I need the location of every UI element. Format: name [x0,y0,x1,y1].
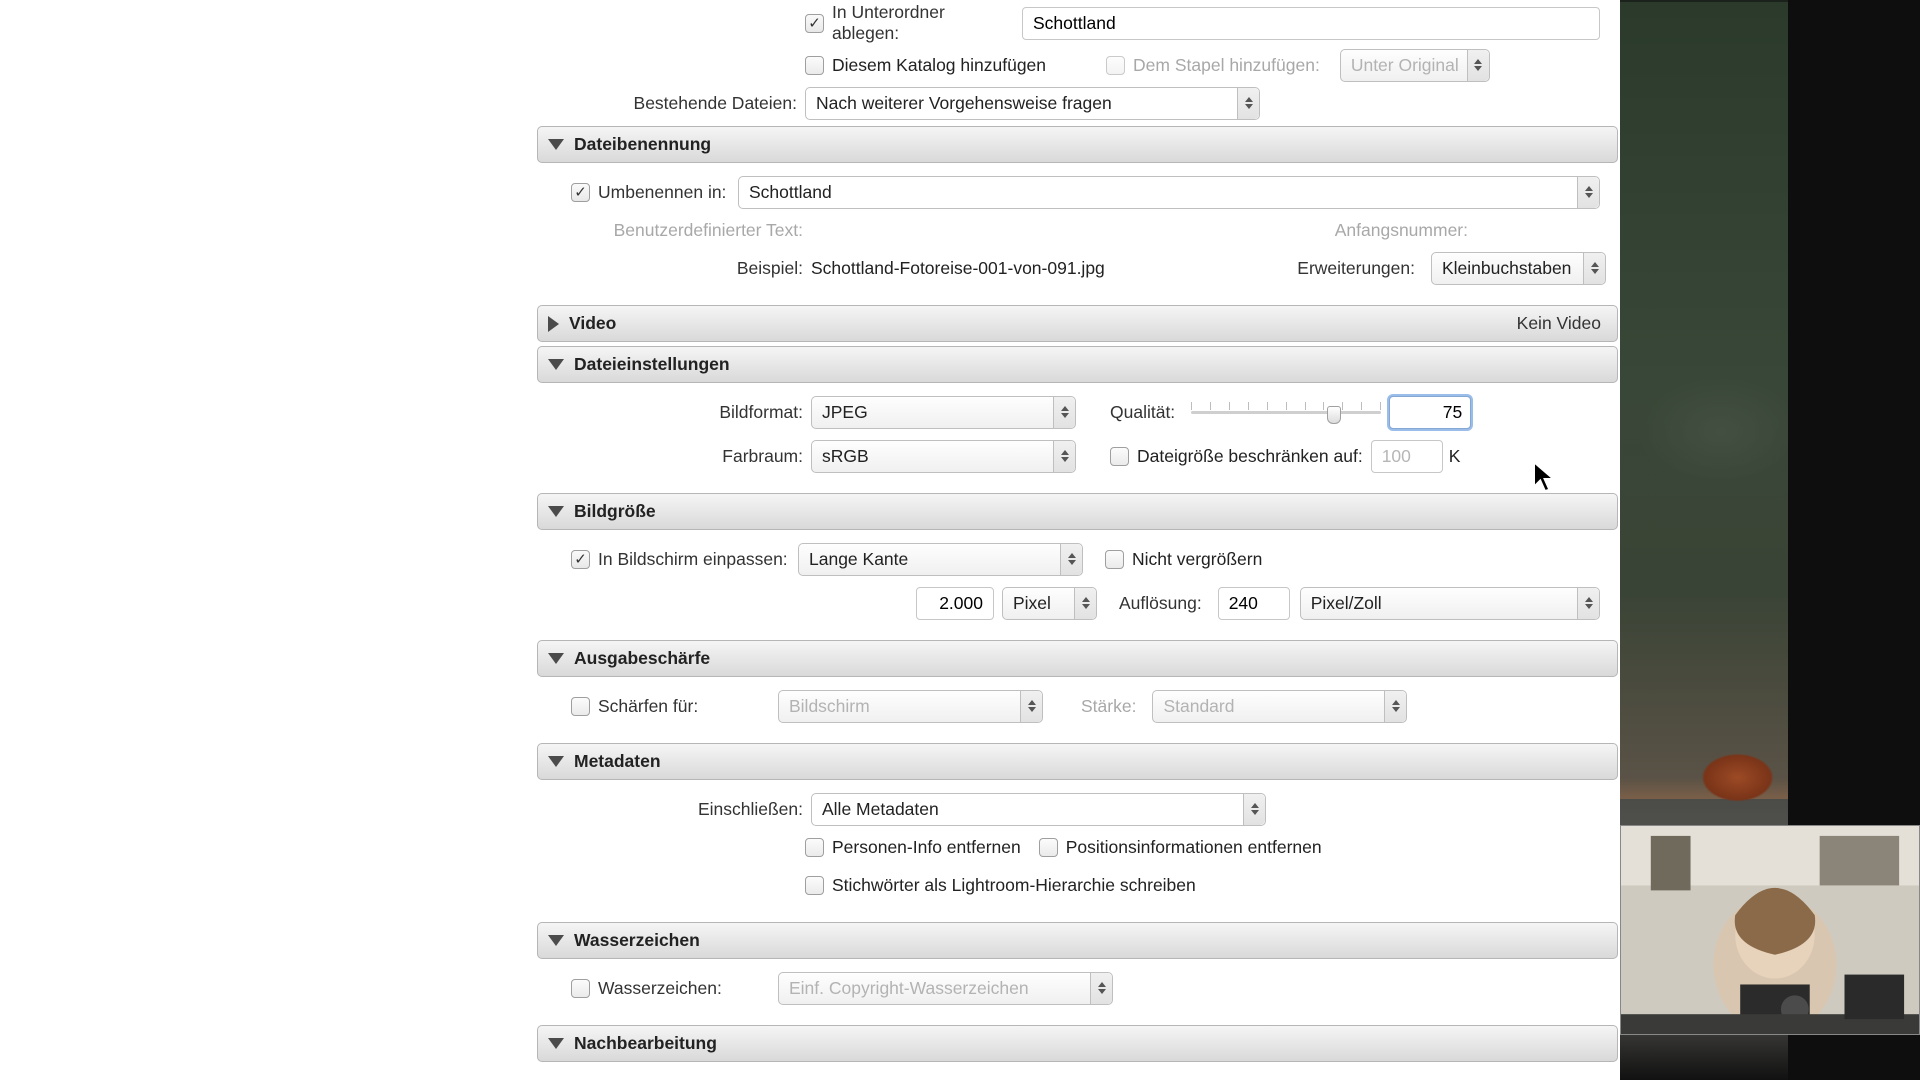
colorspace-select[interactable]: sRGB [811,440,1076,473]
subfolder-input[interactable] [1022,7,1600,40]
keywords-hierarchy-label: Stichwörter als Lightroom-Hierarchie sch… [832,875,1196,896]
subfolder-label: In Unterordner ablegen: [832,2,1022,44]
video-status: Kein Video [1517,313,1607,334]
remove-people-label: Personen-Info entfernen [832,837,1021,858]
extensions-label: Erweiterungen: [1297,258,1423,279]
watermark-label: Wasserzeichen: [598,978,736,999]
limit-size-unit: K [1449,446,1461,467]
section-image-size-header[interactable]: Bildgröße [537,493,1618,530]
chevron-down-icon [548,359,564,370]
limit-size-label: Dateigröße beschränken auf: [1137,446,1363,467]
resolution-input[interactable] [1218,587,1290,620]
add-to-catalog-checkbox[interactable] [805,56,824,75]
stack-position-select: Unter Original [1340,49,1490,82]
section-output-sharpening-header[interactable]: Ausgabeschärfe [537,640,1618,677]
colorspace-label: Farbraum: [549,446,811,467]
quality-label: Qualität: [1110,402,1183,423]
section-file-naming-header[interactable]: Dateibenennung [537,126,1618,163]
chevron-down-icon [548,506,564,517]
section-watermark-header[interactable]: Wasserzeichen [537,922,1618,959]
watermark-select: Einf. Copyright-Wasserzeichen [778,972,1113,1005]
rename-checkbox[interactable] [571,183,590,202]
no-enlarge-checkbox[interactable] [1105,550,1124,569]
chevron-down-icon [548,1038,564,1049]
left-empty-area [0,0,535,1080]
fit-select[interactable]: Lange Kante [798,543,1083,576]
chevron-down-icon [548,756,564,767]
section-metadata-header[interactable]: Metadaten [537,743,1618,780]
custom-text-label: Benutzerdefinierter Text: [549,220,811,241]
resolution-unit-select[interactable]: Pixel/Zoll [1300,587,1600,620]
chevron-down-icon [548,139,564,150]
quality-slider[interactable] [1191,400,1381,424]
extensions-select[interactable]: Kleinbuchstaben [1431,252,1606,285]
section-video-header[interactable]: Video Kein Video [537,305,1618,342]
existing-files-label: Bestehende Dateien: [595,93,805,114]
chevron-down-icon [548,653,564,664]
resolution-label: Auflösung: [1119,593,1210,614]
metadata-include-label: Einschließen: [549,799,811,820]
fit-checkbox[interactable] [571,550,590,569]
no-enlarge-label: Nicht vergrößern [1132,549,1262,570]
fit-label: In Bildschirm einpassen: [598,549,798,570]
existing-files-select[interactable]: Nach weiterer Vorgehensweise fragen [805,87,1260,120]
rename-preset-select[interactable]: Schottland [738,176,1600,209]
limit-size-input[interactable] [1371,440,1443,473]
keywords-hierarchy-checkbox[interactable] [805,876,824,895]
example-value: Schottland-Fotoreise-001-von-091.jpg [811,258,1105,279]
add-to-stack-checkbox [1106,56,1125,75]
chevron-right-icon [548,316,559,332]
metadata-include-select[interactable]: Alle Metadaten [811,793,1266,826]
rename-label: Umbenennen in: [598,182,738,203]
dimension-unit-select[interactable]: Pixel [1002,587,1097,620]
start-number-label: Anfangsnummer: [1306,220,1476,241]
section-postprocessing-header[interactable]: Nachbearbeitung [537,1025,1618,1062]
sharpen-amount-select: Standard [1152,690,1407,723]
sharpen-for-label: Schärfen für: [598,696,716,717]
watermark-checkbox[interactable] [571,979,590,998]
sharpen-amount-label: Stärke: [1081,696,1144,717]
sharpen-checkbox[interactable] [571,697,590,716]
sharpen-for-select: Bildschirm [778,690,1043,723]
format-label: Bildformat: [549,402,811,423]
add-to-stack-label: Dem Stapel hinzufügen: [1133,55,1328,76]
remove-location-checkbox[interactable] [1039,838,1058,857]
format-select[interactable]: JPEG [811,396,1076,429]
remove-people-checkbox[interactable] [805,838,824,857]
section-file-settings-header[interactable]: Dateieinstellungen [537,346,1618,383]
export-settings-panel: In Unterordner ablegen: Diesem Katalog h… [535,0,1620,1080]
chevron-down-icon [548,935,564,946]
add-to-catalog-label: Diesem Katalog hinzufügen [832,55,1046,76]
dimension-input[interactable] [916,587,994,620]
example-label: Beispiel: [549,258,811,279]
limit-size-checkbox[interactable] [1110,447,1129,466]
remove-location-label: Positionsinformationen entfernen [1066,837,1322,858]
quality-input[interactable] [1389,396,1471,429]
webcam-overlay [1620,825,1920,1035]
subfolder-checkbox[interactable] [805,14,824,33]
